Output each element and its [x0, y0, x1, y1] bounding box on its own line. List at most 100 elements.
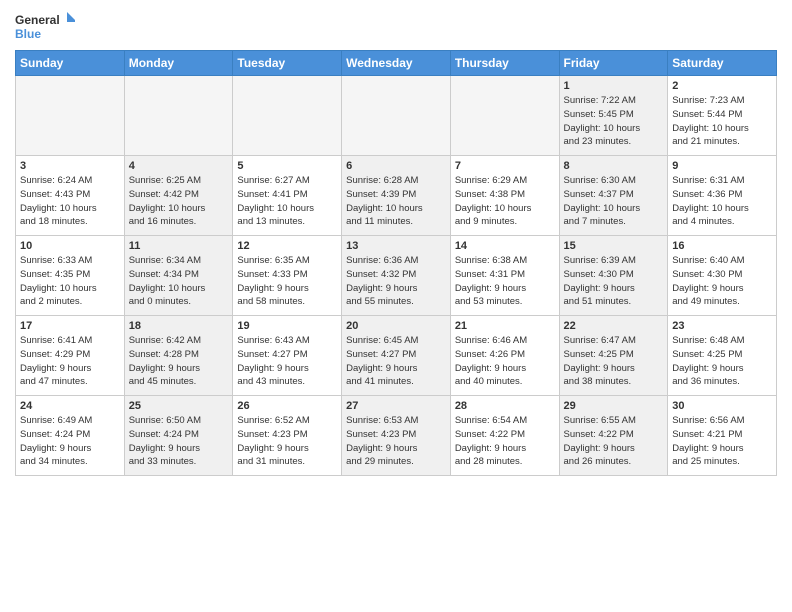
calendar-cell: 10 Sunrise: 6:33 AMSunset: 4:35 PMDayligh… [16, 236, 125, 316]
logo: General Blue [15, 10, 75, 42]
day-number: 1 [564, 80, 664, 92]
calendar-cell: 20 Sunrise: 6:45 AMSunset: 4:27 PMDayligh… [342, 316, 451, 396]
calendar-cell: 12Sunrise: 6:35 AMSunset: 4:33 PMDayligh… [233, 236, 342, 316]
day-number: 30 [672, 400, 772, 412]
day-number: 20 [346, 320, 446, 332]
weekday-header-saturday: Saturday [668, 51, 777, 76]
header: General Blue [15, 10, 777, 42]
svg-text:Blue: Blue [15, 27, 41, 41]
calendar-cell: 15Sunrise: 6:39 AMSunset: 4:30 PMDayligh… [559, 236, 668, 316]
week-row-2: 10 Sunrise: 6:33 AMSunset: 4:35 PMDayligh… [16, 236, 777, 316]
calendar-cell: 1 Sunrise: 7:22 AMSunset: 5:45 PMDaylight… [559, 76, 668, 156]
weekday-header-sunday: Sunday [16, 51, 125, 76]
day-number: 5 [237, 160, 337, 172]
day-info: Sunrise: 6:38 AMSunset: 4:31 PMDaylight:… [455, 254, 555, 309]
day-number: 28 [455, 400, 555, 412]
day-info: Sunrise: 7:22 AMSunset: 5:45 PMDaylight:… [564, 94, 664, 149]
weekday-header-monday: Monday [124, 51, 233, 76]
day-number: 11 [129, 240, 229, 252]
day-info: Sunrise: 6:53 AMSunset: 4:23 PMDaylight:… [346, 414, 446, 469]
day-info: Sunrise: 6:40 AMSunset: 4:30 PMDaylight:… [672, 254, 772, 309]
day-info: Sunrise: 6:33 AMSunset: 4:35 PMDaylight:… [20, 254, 120, 309]
day-number: 14 [455, 240, 555, 252]
day-info: Sunrise: 6:24 AMSunset: 4:43 PMDaylight:… [20, 174, 120, 229]
day-number: 12 [237, 240, 337, 252]
weekday-header-friday: Friday [559, 51, 668, 76]
day-info: Sunrise: 6:55 AMSunset: 4:22 PMDaylight:… [564, 414, 664, 469]
day-info: Sunrise: 6:43 AMSunset: 4:27 PMDaylight:… [237, 334, 337, 389]
day-info: Sunrise: 6:27 AMSunset: 4:41 PMDaylight:… [237, 174, 337, 229]
day-number: 9 [672, 160, 772, 172]
calendar-cell [124, 76, 233, 156]
calendar-cell: 30 Sunrise: 6:56 AMSunset: 4:21 PMDayligh… [668, 396, 777, 476]
day-info: Sunrise: 6:50 AMSunset: 4:24 PMDaylight:… [129, 414, 229, 469]
weekday-header-row: SundayMondayTuesdayWednesdayThursdayFrid… [16, 51, 777, 76]
day-number: 15 [564, 240, 664, 252]
day-info: Sunrise: 6:45 AMSunset: 4:27 PMDaylight:… [346, 334, 446, 389]
calendar-cell: 18 Sunrise: 6:42 AMSunset: 4:28 PMDayligh… [124, 316, 233, 396]
calendar-cell: 27Sunrise: 6:53 AMSunset: 4:23 PMDayligh… [342, 396, 451, 476]
day-info: Sunrise: 6:34 AMSunset: 4:34 PMDaylight:… [129, 254, 229, 309]
week-row-0: 1 Sunrise: 7:22 AMSunset: 5:45 PMDaylight… [16, 76, 777, 156]
day-number: 18 [129, 320, 229, 332]
day-info: Sunrise: 6:48 AMSunset: 4:25 PMDaylight:… [672, 334, 772, 389]
day-number: 13 [346, 240, 446, 252]
day-number: 3 [20, 160, 120, 172]
day-number: 2 [672, 80, 772, 92]
calendar-cell: 9Sunrise: 6:31 AMSunset: 4:36 PMDaylight… [668, 156, 777, 236]
day-number: 6 [346, 160, 446, 172]
day-info: Sunrise: 6:52 AMSunset: 4:23 PMDaylight:… [237, 414, 337, 469]
logo-svg: General Blue [15, 10, 75, 42]
week-row-3: 17Sunrise: 6:41 AMSunset: 4:29 PMDayligh… [16, 316, 777, 396]
calendar-cell: 11 Sunrise: 6:34 AMSunset: 4:34 PMDayligh… [124, 236, 233, 316]
day-number: 25 [129, 400, 229, 412]
calendar-cell: 2Sunrise: 7:23 AMSunset: 5:44 PMDaylight… [668, 76, 777, 156]
svg-text:General: General [15, 13, 60, 27]
calendar-cell: 4 Sunrise: 6:25 AMSunset: 4:42 PMDaylight… [124, 156, 233, 236]
weekday-header-wednesday: Wednesday [342, 51, 451, 76]
calendar-cell [450, 76, 559, 156]
calendar-cell: 7 Sunrise: 6:29 AMSunset: 4:38 PMDaylight… [450, 156, 559, 236]
day-info: Sunrise: 6:28 AMSunset: 4:39 PMDaylight:… [346, 174, 446, 229]
week-row-4: 24Sunrise: 6:49 AMSunset: 4:24 PMDayligh… [16, 396, 777, 476]
day-number: 7 [455, 160, 555, 172]
day-number: 17 [20, 320, 120, 332]
calendar-cell: 8Sunrise: 6:30 AMSunset: 4:37 PMDaylight… [559, 156, 668, 236]
calendar-table: SundayMondayTuesdayWednesdayThursdayFrid… [15, 50, 777, 476]
day-number: 4 [129, 160, 229, 172]
day-info: Sunrise: 6:54 AMSunset: 4:22 PMDaylight:… [455, 414, 555, 469]
day-info: Sunrise: 6:47 AMSunset: 4:25 PMDaylight:… [564, 334, 664, 389]
calendar-cell: 26 Sunrise: 6:52 AMSunset: 4:23 PMDayligh… [233, 396, 342, 476]
day-number: 26 [237, 400, 337, 412]
day-number: 16 [672, 240, 772, 252]
day-number: 29 [564, 400, 664, 412]
day-info: Sunrise: 6:36 AMSunset: 4:32 PMDaylight:… [346, 254, 446, 309]
calendar-cell [233, 76, 342, 156]
calendar-cell: 17Sunrise: 6:41 AMSunset: 4:29 PMDayligh… [16, 316, 125, 396]
day-info: Sunrise: 6:29 AMSunset: 4:38 PMDaylight:… [455, 174, 555, 229]
calendar-cell: 13 Sunrise: 6:36 AMSunset: 4:32 PMDayligh… [342, 236, 451, 316]
day-number: 21 [455, 320, 555, 332]
calendar-cell: 3 Sunrise: 6:24 AMSunset: 4:43 PMDaylight… [16, 156, 125, 236]
day-number: 23 [672, 320, 772, 332]
calendar-cell: 16 Sunrise: 6:40 AMSunset: 4:30 PMDayligh… [668, 236, 777, 316]
calendar-cell: 24Sunrise: 6:49 AMSunset: 4:24 PMDayligh… [16, 396, 125, 476]
day-info: Sunrise: 6:42 AMSunset: 4:28 PMDaylight:… [129, 334, 229, 389]
page-container: General Blue SundayMondayTuesdayWednesda… [0, 0, 792, 486]
day-info: Sunrise: 6:25 AMSunset: 4:42 PMDaylight:… [129, 174, 229, 229]
calendar-cell [16, 76, 125, 156]
day-number: 10 [20, 240, 120, 252]
calendar-cell: 22Sunrise: 6:47 AMSunset: 4:25 PMDayligh… [559, 316, 668, 396]
calendar-cell: 25 Sunrise: 6:50 AMSunset: 4:24 PMDayligh… [124, 396, 233, 476]
calendar-cell: 19 Sunrise: 6:43 AMSunset: 4:27 PMDayligh… [233, 316, 342, 396]
day-info: Sunrise: 6:49 AMSunset: 4:24 PMDaylight:… [20, 414, 120, 469]
calendar-cell: 14 Sunrise: 6:38 AMSunset: 4:31 PMDayligh… [450, 236, 559, 316]
calendar-cell: 28 Sunrise: 6:54 AMSunset: 4:22 PMDayligh… [450, 396, 559, 476]
calendar-cell: 23 Sunrise: 6:48 AMSunset: 4:25 PMDayligh… [668, 316, 777, 396]
calendar-cell: 5 Sunrise: 6:27 AMSunset: 4:41 PMDaylight… [233, 156, 342, 236]
weekday-header-thursday: Thursday [450, 51, 559, 76]
day-number: 19 [237, 320, 337, 332]
day-number: 8 [564, 160, 664, 172]
day-info: Sunrise: 6:56 AMSunset: 4:21 PMDaylight:… [672, 414, 772, 469]
calendar-cell: 29 Sunrise: 6:55 AMSunset: 4:22 PMDayligh… [559, 396, 668, 476]
